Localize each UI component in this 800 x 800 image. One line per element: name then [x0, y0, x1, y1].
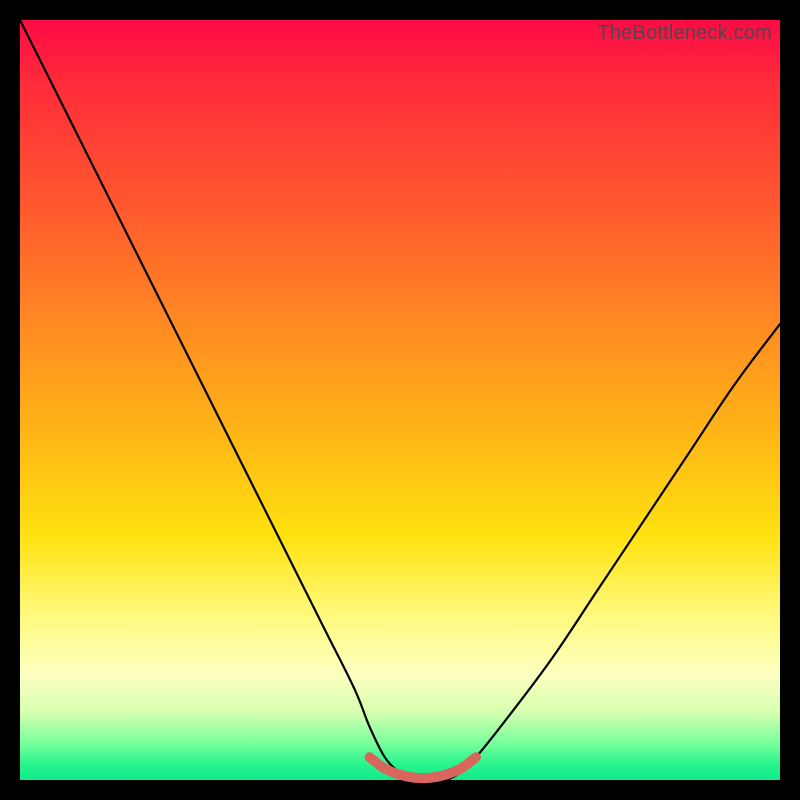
bottleneck-curve	[20, 20, 780, 781]
flat-bottom-marker	[370, 757, 476, 778]
plot-area: TheBottleneck.com	[20, 20, 780, 780]
curve-svg	[20, 20, 780, 780]
chart-frame: TheBottleneck.com	[0, 0, 800, 800]
